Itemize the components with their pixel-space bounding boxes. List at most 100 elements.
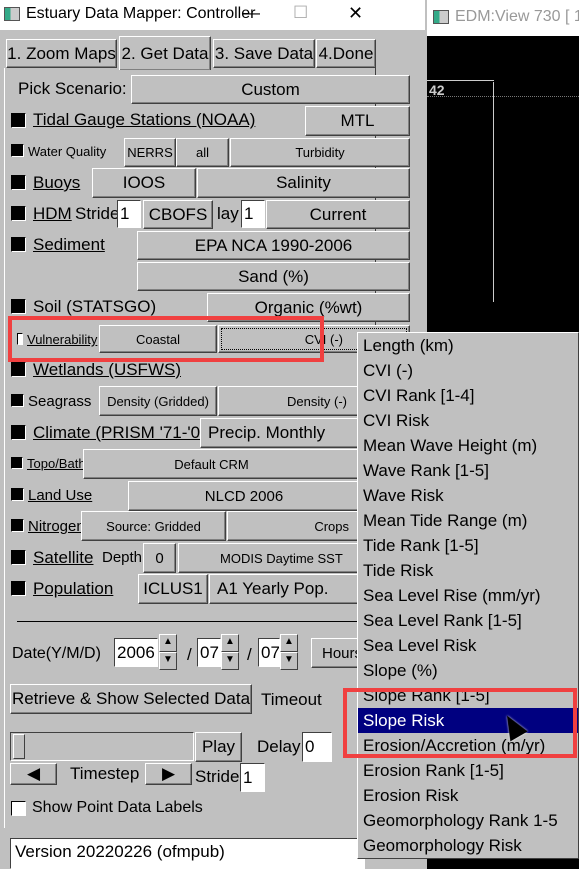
- app-icon: [4, 7, 20, 21]
- year-spinner[interactable]: ▲ ▼: [159, 634, 177, 670]
- menu-item[interactable]: CVI Rank [1-4]: [358, 383, 578, 408]
- soil-checkbox[interactable]: [11, 299, 26, 314]
- sediment-variable-button[interactable]: Sand (%): [137, 262, 410, 291]
- satellite-depth-button[interactable]: 0: [143, 543, 176, 573]
- hdm-variable-button[interactable]: Current: [266, 200, 410, 229]
- buoys-checkbox[interactable]: [11, 175, 26, 190]
- maximize-button[interactable]: ☐: [293, 3, 308, 23]
- map-line: [427, 80, 494, 81]
- menu-item[interactable]: Mean Tide Range (m): [358, 508, 578, 533]
- scenario-button[interactable]: Custom: [131, 75, 410, 104]
- seagrass-checkbox[interactable]: [11, 394, 24, 407]
- soil-variable-button[interactable]: Organic (%wt): [207, 293, 410, 322]
- seagrass-source-button[interactable]: Density (Gridded): [99, 386, 217, 416]
- tidal-checkbox[interactable]: [11, 113, 26, 128]
- down-arrow-icon[interactable]: ▼: [280, 652, 298, 670]
- menu-item[interactable]: Tide Risk: [358, 558, 578, 583]
- up-arrow-icon[interactable]: ▲: [221, 634, 239, 652]
- soil-label: Soil (STATSGO): [33, 297, 157, 316]
- stride-input[interactable]: 1: [240, 763, 265, 792]
- nitrogen-checkbox[interactable]: [11, 519, 24, 532]
- menu-item[interactable]: Mean Wave Height (m): [358, 433, 578, 458]
- retrieve-button[interactable]: Retrieve & Show Selected Data: [10, 684, 252, 714]
- previous-timestep-button[interactable]: ◀: [10, 763, 57, 785]
- app-icon: [433, 10, 449, 24]
- menu-item[interactable]: Geomorphology Rank 1-5: [358, 808, 578, 833]
- tab-zoom-maps[interactable]: 1. Zoom Maps: [6, 39, 117, 68]
- day-input[interactable]: 07: [258, 638, 280, 667]
- menu-item[interactable]: Wave Rank [1-5]: [358, 458, 578, 483]
- menu-item[interactable]: Erosion Risk: [358, 783, 578, 808]
- water-quality-label: Water Quality: [28, 144, 107, 159]
- topo-checkbox[interactable]: [11, 457, 23, 469]
- year-input[interactable]: 2006: [114, 638, 158, 667]
- tab-done[interactable]: 4.Done: [316, 39, 376, 68]
- sediment-source-button[interactable]: EPA NCA 1990-2006: [137, 231, 410, 260]
- menu-item[interactable]: Slope Rank [1-5]: [358, 683, 578, 708]
- menu-item[interactable]: Sea Level Rank [1-5]: [358, 608, 578, 633]
- menu-item[interactable]: Sea Level Risk: [358, 633, 578, 658]
- hdm-label: HDM: [33, 204, 72, 223]
- tab-save-data[interactable]: 3. Save Data: [213, 39, 315, 68]
- satellite-label: Satellite: [33, 548, 94, 567]
- menu-item[interactable]: Geomorphology Risk: [358, 833, 578, 858]
- menu-item[interactable]: Length (km): [358, 333, 578, 358]
- buoys-source-button[interactable]: IOOS: [92, 168, 196, 198]
- satellite-depth-label: Depth: [102, 549, 143, 566]
- land-use-checkbox[interactable]: [11, 488, 24, 501]
- vulnerability-source-button[interactable]: Coastal: [99, 325, 217, 353]
- close-button[interactable]: ✕: [348, 3, 363, 24]
- menu-item[interactable]: CVI Risk: [358, 408, 578, 433]
- next-timestep-button[interactable]: ▶: [145, 763, 192, 785]
- menu-item[interactable]: Wave Risk: [358, 483, 578, 508]
- date-label: Date(Y/M/D): [12, 645, 101, 662]
- show-labels-checkbox[interactable]: [11, 801, 26, 816]
- water-quality-checkbox[interactable]: [11, 144, 24, 157]
- slider-thumb[interactable]: [13, 734, 25, 759]
- tidal-label: Tidal Gauge Stations (NOAA): [33, 110, 256, 129]
- menu-item[interactable]: Slope (%): [358, 658, 578, 683]
- title-bar: Estuary Data Mapper: Controller — ☐ ✕: [0, 0, 425, 30]
- hdm-layer-input[interactable]: 1: [241, 200, 265, 228]
- menu-item[interactable]: Sea Level Rise (mm/yr): [358, 583, 578, 608]
- up-arrow-icon[interactable]: ▲: [280, 634, 298, 652]
- tab-get-data[interactable]: 2. Get Data: [119, 36, 211, 70]
- pick-scenario-label: Pick Scenario:: [18, 79, 127, 98]
- time-slider[interactable]: [10, 732, 194, 761]
- hdm-stride-input[interactable]: 1: [117, 200, 141, 228]
- hdm-layer-label: lay: [217, 204, 239, 223]
- delay-input[interactable]: 0: [302, 732, 332, 762]
- play-button[interactable]: Play: [195, 732, 242, 762]
- down-arrow-icon[interactable]: ▼: [221, 652, 239, 670]
- date-separator: /: [247, 645, 252, 664]
- wetlands-checkbox[interactable]: [11, 362, 26, 377]
- month-spinner[interactable]: ▲ ▼: [221, 634, 239, 670]
- menu-item[interactable]: Tide Rank [1-5]: [358, 533, 578, 558]
- wq-source-button[interactable]: NERRS: [124, 138, 176, 167]
- sediment-label: Sediment: [33, 235, 105, 254]
- sediment-checkbox[interactable]: [11, 237, 26, 252]
- menu-item[interactable]: Erosion Rank [1-5]: [358, 758, 578, 783]
- view-title-bar: EDM:View 730 [ 1.: [427, 0, 579, 36]
- population-checkbox[interactable]: [11, 581, 26, 596]
- menu-item[interactable]: CVI (-): [358, 358, 578, 383]
- hdm-checkbox[interactable]: [11, 206, 26, 221]
- satellite-checkbox[interactable]: [11, 550, 26, 565]
- vulnerability-checkbox[interactable]: [17, 333, 23, 345]
- up-arrow-icon[interactable]: ▲: [159, 634, 177, 652]
- wq-station-button[interactable]: all: [176, 138, 229, 167]
- month-input[interactable]: 07: [197, 638, 221, 667]
- minimize-button[interactable]: —: [243, 3, 260, 23]
- wq-variable-button[interactable]: Turbidity: [230, 138, 410, 167]
- menu-item[interactable]: Slope Risk: [358, 708, 578, 733]
- nitrogen-source-button[interactable]: Source: Gridded: [81, 511, 226, 541]
- climate-checkbox[interactable]: [11, 425, 26, 440]
- day-spinner[interactable]: ▲ ▼: [280, 634, 298, 670]
- buoys-variable-button[interactable]: Salinity: [197, 168, 410, 198]
- hdm-model-button[interactable]: CBOFS: [143, 200, 213, 229]
- down-arrow-icon[interactable]: ▼: [159, 652, 177, 670]
- tidal-datum-button[interactable]: MTL: [305, 106, 410, 136]
- menu-item[interactable]: Erosion/Accretion (m/yr): [358, 733, 578, 758]
- variable-dropdown-menu[interactable]: Length (km) CVI (-) CVI Rank [1-4] CVI Risk…: [357, 332, 579, 859]
- population-source-button[interactable]: ICLUS1: [138, 574, 208, 604]
